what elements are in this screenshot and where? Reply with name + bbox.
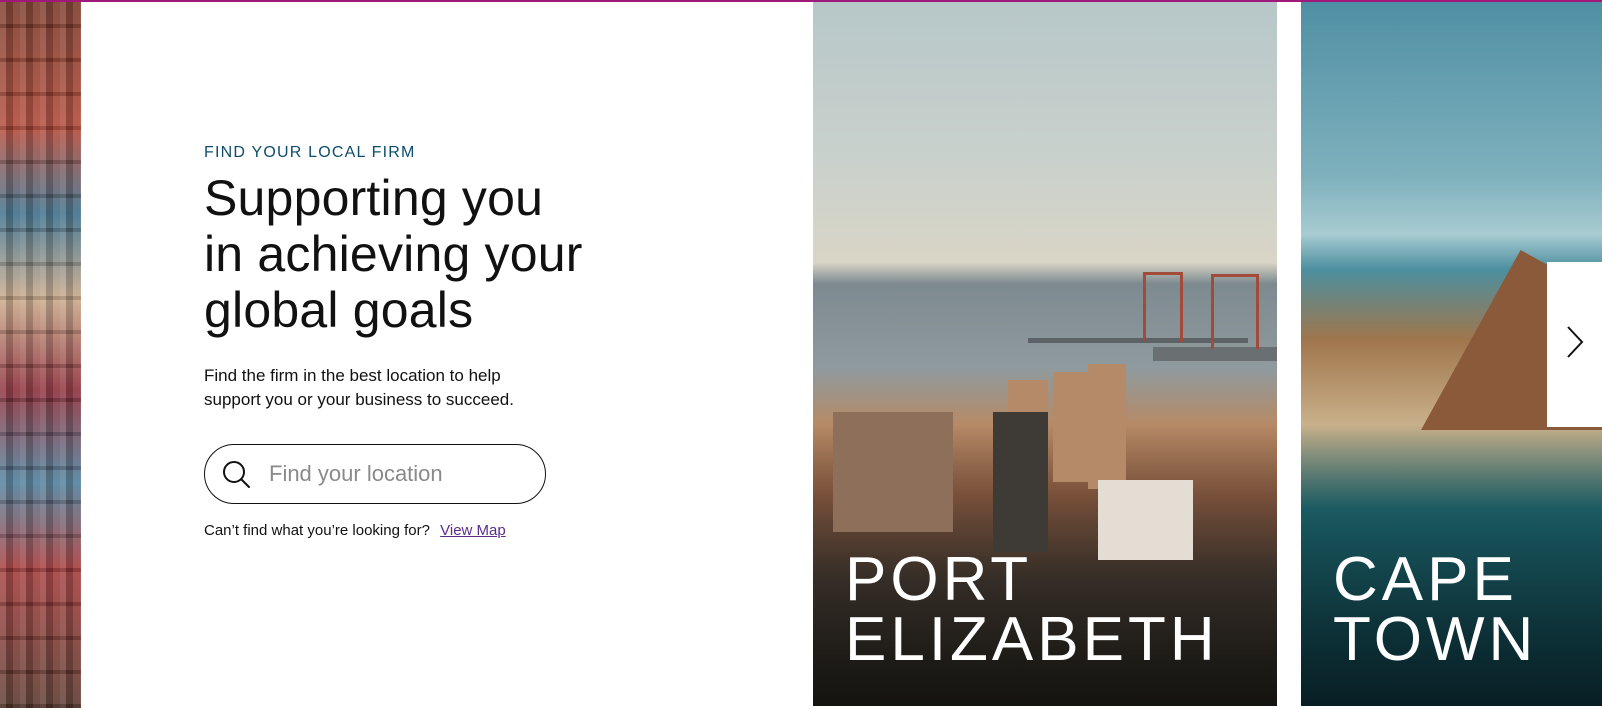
city-building [1088,364,1126,489]
section-description: Find the firm in the best location to he… [204,364,549,412]
chevron-right-icon [1565,325,1585,364]
city-card-title: PORT ELIZABETH [845,549,1219,671]
city-name-line: ELIZABETH [845,605,1219,674]
location-search[interactable] [204,444,546,504]
city-card-title: CAPE TOWN [1333,549,1537,671]
city-name-line: TOWN [1333,605,1538,674]
section-headline: Supporting you in achieving your global … [204,170,644,338]
help-text: Can’t find what you’re looking for? View… [204,522,644,539]
find-firm-section: FIND YOUR LOCAL FIRM Supporting you in a… [204,144,644,539]
city-building [1053,372,1093,482]
help-prompt: Can’t find what you’re looking for? [204,522,430,539]
headline-line: Supporting you [204,170,544,226]
harbor-pier [1153,347,1277,361]
view-map-link[interactable]: View Map [440,522,506,539]
search-icon[interactable] [221,459,251,489]
city-building [1098,480,1193,560]
headline-line: in achieving your [204,226,583,282]
description-line: support you or your business to succeed. [204,390,514,409]
harbor-crane [1143,272,1183,342]
harbor-crane [1211,274,1259,349]
city-building [993,412,1048,552]
carousel-next-button[interactable] [1547,262,1602,427]
headline-line: global goals [204,282,474,338]
decorative-street-photo [0,2,81,708]
city-building [833,412,953,532]
location-search-input[interactable] [269,461,519,487]
city-name-line: PORT [845,545,1033,614]
city-name-line: CAPE [1333,545,1518,614]
city-card-port-elizabeth[interactable]: PORT ELIZABETH [813,2,1277,706]
section-eyebrow: FIND YOUR LOCAL FIRM [204,144,416,161]
description-line: Find the firm in the best location to he… [204,366,501,385]
